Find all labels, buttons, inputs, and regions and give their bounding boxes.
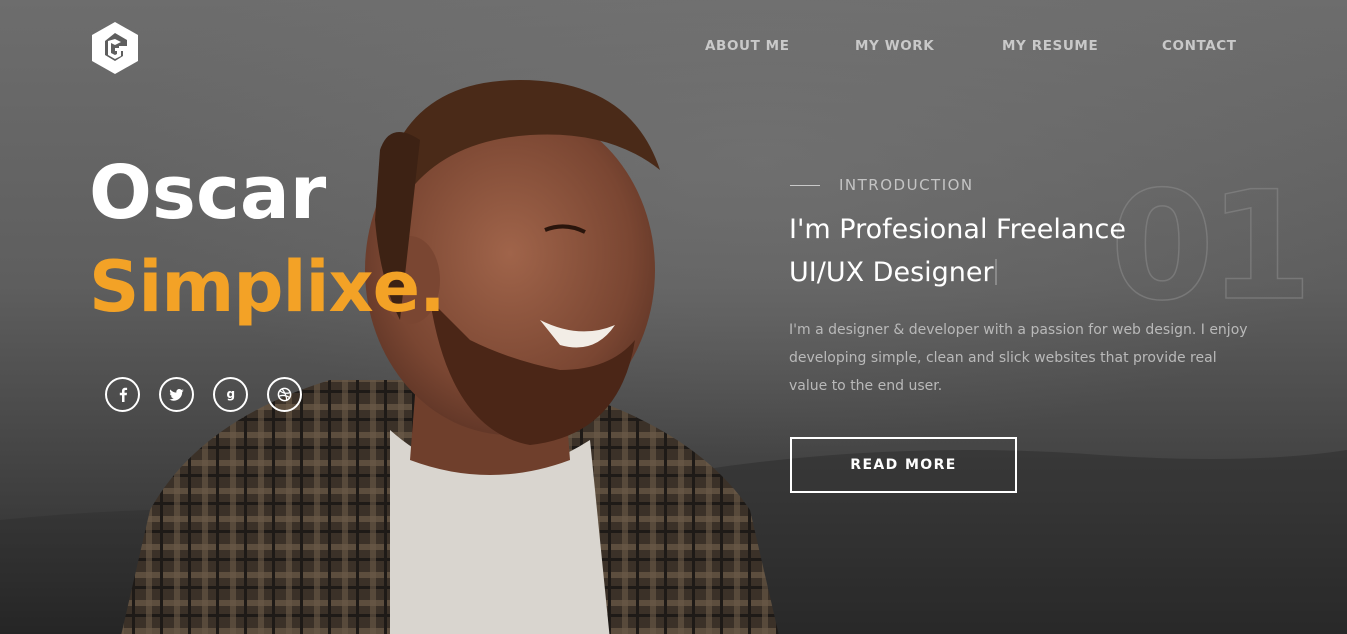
intro-divider-line (790, 185, 820, 186)
headline-line-2: UI/UX Designer (789, 257, 994, 288)
intro-description: I'm a designer & developer with a passio… (789, 322, 1248, 394)
read-more-button[interactable]: READ MORE (790, 437, 1017, 493)
nav-item-contact[interactable]: CONTACT (1162, 38, 1237, 54)
typing-cursor (994, 259, 997, 285)
nav-item-my-work[interactable]: MY WORK (855, 38, 934, 54)
hero-portrait-image (121, 80, 779, 634)
hero-first-name: Oscar (89, 150, 327, 236)
hero-last-name: Simplixe. (89, 246, 446, 328)
hero-section: ABOUT ME MY WORK MY RESUME CONTACT Oscar… (0, 0, 1347, 634)
nav-item-my-resume[interactable]: MY RESUME (1002, 38, 1098, 54)
dribbble-icon[interactable] (267, 377, 302, 412)
social-links: g (105, 377, 302, 412)
intro-headline: I'm Profesional Freelance UI/UX Designer (789, 208, 1189, 294)
svg-text:g: g (226, 388, 235, 401)
nav-item-about-me[interactable]: ABOUT ME (705, 38, 790, 54)
facebook-icon[interactable] (105, 377, 140, 412)
headline-line-1: I'm Profesional Freelance (789, 214, 1126, 245)
google-icon[interactable]: g (213, 377, 248, 412)
brand-logo-icon[interactable] (89, 20, 141, 76)
intro-label: INTRODUCTION (839, 176, 974, 194)
twitter-icon[interactable] (159, 377, 194, 412)
